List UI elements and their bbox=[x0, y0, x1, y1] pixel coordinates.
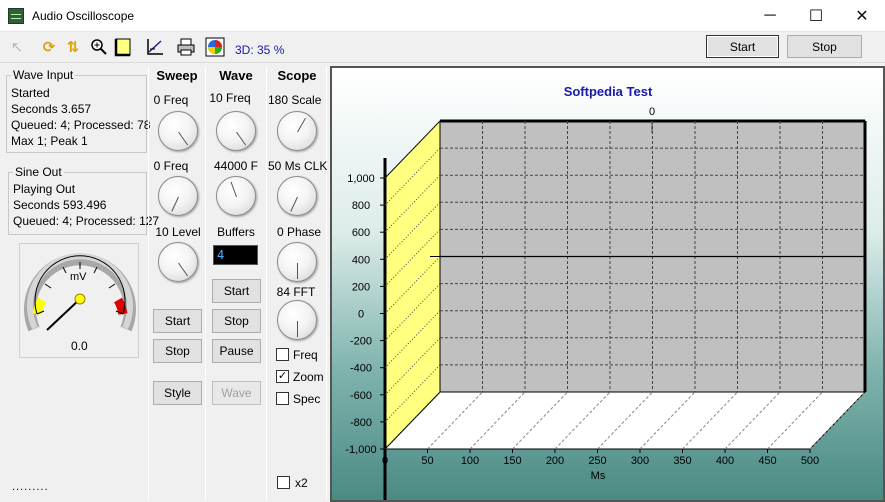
meter-value: 0.0 bbox=[71, 339, 88, 353]
chart-y-tick-label: 1,000 bbox=[347, 173, 375, 185]
wave-input-queued: Queued: 4; Processed: 78 bbox=[11, 118, 151, 132]
wave-stop-button[interactable]: Stop bbox=[212, 309, 261, 333]
buffers-display[interactable]: 4 bbox=[213, 245, 258, 265]
chart-x-tick-label: 300 bbox=[631, 455, 649, 467]
wave-sample-rate-label: 44000 F bbox=[213, 159, 259, 173]
chart-y-tick-label: 800 bbox=[352, 200, 370, 212]
chart-x-tick-label: 250 bbox=[588, 455, 606, 467]
wave-heading: Wave bbox=[219, 68, 253, 83]
wave-input-seconds: Seconds 3.657 bbox=[11, 102, 92, 116]
scope-phase-knob[interactable] bbox=[277, 242, 317, 282]
chart-y-tick-label: -200 bbox=[350, 336, 372, 348]
wave-input-max-peak: Max 1; Peak 1 bbox=[11, 134, 88, 148]
scope-scale-knob[interactable] bbox=[277, 111, 317, 151]
zoom-icon[interactable] bbox=[88, 36, 110, 58]
chart-y-tick-label: 0 bbox=[358, 309, 364, 321]
status-dots: ......... bbox=[12, 481, 49, 493]
sweep-left-separator bbox=[148, 66, 149, 500]
wave-freq-knob[interactable] bbox=[216, 111, 256, 151]
toolbar-stop-button[interactable]: Stop bbox=[787, 35, 862, 58]
scope-heading: Scope bbox=[277, 68, 317, 83]
oscilloscope-app-icon bbox=[8, 8, 24, 24]
chart-y-tick-label: 200 bbox=[352, 281, 370, 293]
chart-top-label: 0 bbox=[649, 106, 655, 118]
sweep-style-button[interactable]: Style bbox=[153, 381, 202, 405]
sweep-start-button[interactable]: Start bbox=[153, 309, 202, 333]
zoom-checkbox[interactable]: ✓ bbox=[276, 370, 289, 383]
freq-checkbox[interactable] bbox=[276, 348, 289, 361]
chart-x-tick-label: 100 bbox=[461, 455, 479, 467]
wave-freq-label: 10 Freq bbox=[209, 91, 251, 105]
scope-fft-knob[interactable] bbox=[277, 300, 317, 340]
window-title: Audio Oscilloscope bbox=[32, 9, 135, 23]
sine-out-status: Playing Out bbox=[13, 182, 76, 196]
sine-out-label: Sine Out bbox=[13, 165, 64, 179]
sweep-level-knob[interactable] bbox=[158, 242, 198, 282]
scope-clock-knob[interactable] bbox=[277, 176, 317, 216]
chart-x-tick-label: 500 bbox=[801, 455, 819, 467]
chart-title: Softpedia Test bbox=[564, 84, 653, 99]
x2-checkbox-label: x2 bbox=[295, 476, 308, 490]
sweep-wave-separator bbox=[205, 66, 206, 500]
chart-x-tick-label: 200 bbox=[546, 455, 564, 467]
freq-checkbox-label: Freq bbox=[293, 348, 318, 362]
scope-phase-label: 0 Phase bbox=[276, 225, 322, 239]
sweep-freq-knob[interactable] bbox=[158, 111, 198, 151]
spec-checkbox-label: Spec bbox=[293, 392, 321, 406]
wave-scope-separator bbox=[266, 66, 267, 500]
chart-x-tick-label: 150 bbox=[503, 455, 521, 467]
chart-y-tick-label: 400 bbox=[352, 254, 370, 266]
chart-x-tick-label: 0 bbox=[382, 455, 388, 467]
buffers-label: Buffers bbox=[217, 225, 255, 239]
print-icon[interactable] bbox=[175, 36, 197, 58]
maximize-button[interactable]: ☐ bbox=[793, 0, 839, 31]
chart-x-tick-label: 50 bbox=[421, 455, 433, 467]
sweep-level-label: 10 Level bbox=[155, 225, 201, 239]
minimize-button[interactable]: ─ bbox=[747, 0, 793, 31]
x2-checkbox[interactable] bbox=[277, 476, 290, 489]
wave-wave-button[interactable]: Wave bbox=[212, 381, 261, 405]
sweep-freq2-knob[interactable] bbox=[158, 176, 198, 216]
chart-y-tick-label: -400 bbox=[350, 363, 372, 375]
scope-scale-label: 180 Scale bbox=[268, 93, 322, 107]
chart-x-tick-label: 350 bbox=[673, 455, 691, 467]
chart-x-tick-label: 400 bbox=[716, 455, 734, 467]
chart-y-tick-label: -600 bbox=[350, 390, 372, 402]
meter-unit: mV bbox=[70, 271, 87, 283]
sine-out-queued: Queued: 4; Processed: 127 bbox=[13, 214, 160, 228]
scope-fft-label: 84 FFT bbox=[276, 285, 316, 299]
3d-status-text: 3D: 35 % bbox=[235, 43, 285, 57]
chart-x-axis-label: Ms bbox=[591, 470, 606, 482]
axes-icon[interactable] bbox=[144, 36, 166, 58]
sine-out-seconds: Seconds 593.496 bbox=[13, 198, 107, 212]
wave-input-status: Started bbox=[11, 86, 50, 100]
sweep-stop-button[interactable]: Stop bbox=[153, 339, 202, 363]
sweep-freq2-label: 0 Freq bbox=[153, 159, 189, 173]
palette-icon[interactable] bbox=[204, 36, 226, 58]
oscilloscope-chart: 1,000 800 600 400 200 0 -200 -400 -600 -800 -1,000… bbox=[345, 84, 867, 500]
wave-start-button[interactable]: Start bbox=[212, 279, 261, 303]
scope-clock-label: 50 Ms CLK bbox=[268, 159, 328, 173]
wave-sample-rate-knob[interactable] bbox=[216, 176, 256, 216]
toolbar-start-button[interactable]: Start bbox=[706, 35, 779, 58]
zoom-checkbox-label: Zoom bbox=[293, 370, 324, 384]
chart-y-tick-label: 600 bbox=[352, 227, 370, 239]
sweep-freq-label: 0 Freq bbox=[153, 93, 189, 107]
close-button[interactable]: ✕ bbox=[839, 0, 885, 31]
sweep-heading: Sweep bbox=[156, 68, 198, 83]
chart-x-tick-label: 450 bbox=[758, 455, 776, 467]
refresh-icon[interactable]: ⟳ bbox=[38, 36, 60, 58]
scope-chart-separator bbox=[326, 66, 327, 500]
frame-icon[interactable] bbox=[112, 36, 134, 58]
chart-y-tick-label: -800 bbox=[350, 417, 372, 429]
chart-floor bbox=[383, 391, 867, 450]
pointer-icon[interactable]: ↖ bbox=[6, 36, 28, 58]
spec-checkbox[interactable] bbox=[276, 392, 289, 405]
scroll-icon[interactable]: ⇅ bbox=[62, 36, 84, 58]
chart-y-tick-label: -1,000 bbox=[345, 444, 376, 456]
wave-pause-button[interactable]: Pause bbox=[212, 339, 261, 363]
wave-input-label: Wave Input bbox=[11, 68, 76, 82]
